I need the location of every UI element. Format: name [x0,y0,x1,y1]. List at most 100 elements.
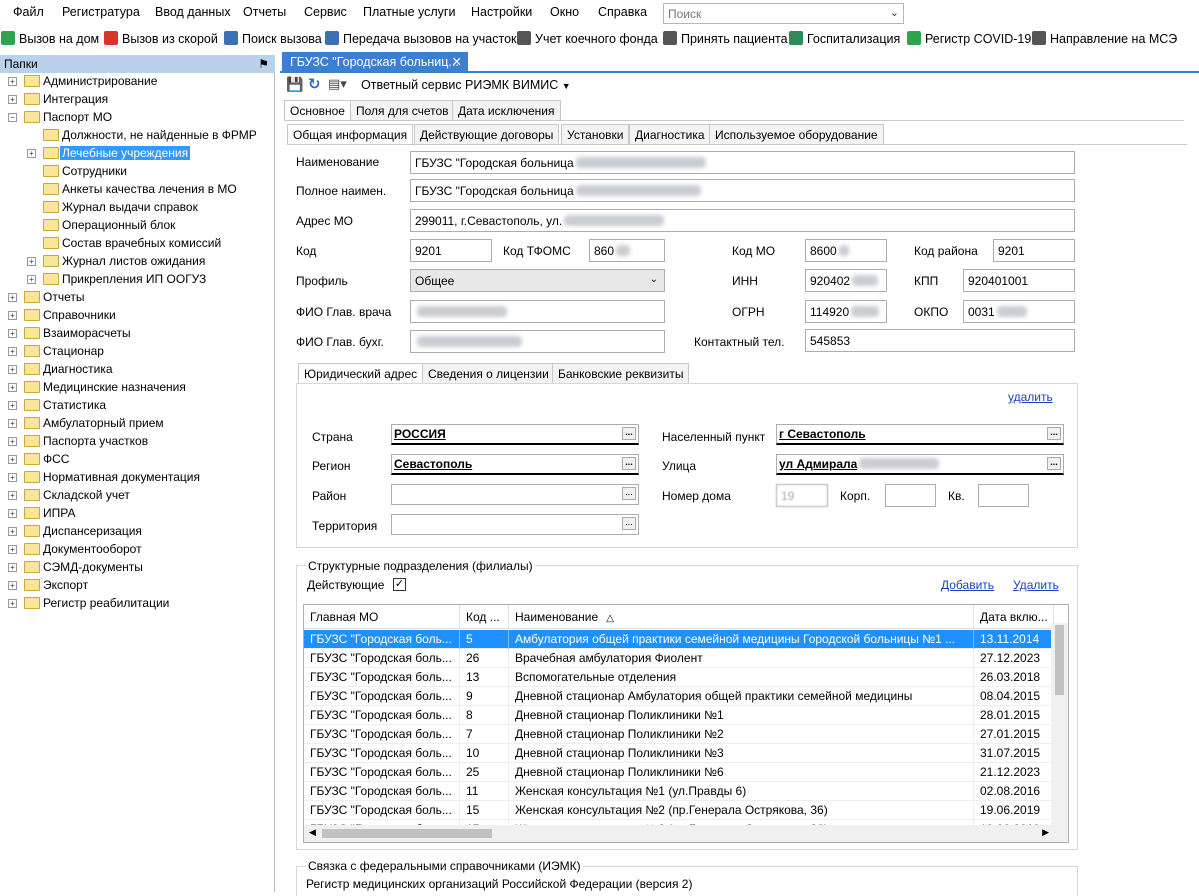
export-icon[interactable]: ▤▾ [328,76,347,92]
profile-select[interactable]: Общее ⌄ [410,269,665,292]
table-row[interactable]: ГБУЗС "Городская боль... 26 Врачебная амбу… [304,649,1054,668]
code-field[interactable]: 9201 [410,239,492,262]
kpp-field[interactable]: 920401001 [963,269,1075,292]
tree-item[interactable]: + Амбулаторный прием [0,415,270,433]
tree-item[interactable]: + Документооборот [0,541,270,559]
expand-icon[interactable]: + [8,419,17,428]
expand-icon[interactable]: + [8,599,17,608]
menu-item-1[interactable]: Регистратура [62,5,140,19]
document-tab[interactable]: ГБУЗС "Городская больниц... ✕ [282,52,468,72]
tree-item[interactable]: + Медицинские назначения [0,379,270,397]
expand-icon[interactable]: + [8,491,17,500]
expand-icon[interactable]: + [8,473,17,482]
expand-icon[interactable]: + [8,329,17,338]
tree-item[interactable]: Журнал выдачи справок [0,199,270,217]
scroll-left-icon[interactable]: ◀ [309,827,316,838]
expand-icon[interactable]: + [8,383,17,392]
tree-item[interactable]: + Паспорта участков [0,433,270,451]
column-header[interactable]: Код ... [460,605,509,629]
tree-item[interactable]: + ИПРА [0,505,270,523]
expand-icon[interactable]: + [8,347,17,356]
tree-item[interactable]: + Диагностика [0,361,270,379]
address-field[interactable]: 299011, г.Севастополь, ул. [410,209,1075,232]
house-field[interactable]: 19 [776,484,828,507]
building-field[interactable] [885,484,936,507]
mo-code-field[interactable]: 8600 [805,239,887,262]
tree-item[interactable]: + Складской учет [0,487,270,505]
scroll-thumb[interactable] [322,829,492,838]
apartment-field[interactable] [978,484,1029,507]
save-icon[interactable]: 💾 [286,76,303,93]
menu-item-2[interactable]: Ввод данных [155,5,231,19]
tree-item[interactable]: Анкеты качества лечения в МО [0,181,270,199]
table-row[interactable]: ГБУЗС "Городская боль... 7 Дневной стацион… [304,725,1054,744]
menu-item-8[interactable]: Справка [598,5,647,19]
refresh-icon[interactable]: ↻ [308,75,321,93]
tab-tabs_top-1[interactable]: Поля для счетов [350,100,455,120]
table-row[interactable]: ГБУЗС "Городская боль... 10 Дневной стацио… [304,744,1054,763]
menu-item-4[interactable]: Сервис [304,5,347,19]
service-menu-button[interactable]: Ответный сервис РИЭМК ВИМИС ▼ [361,78,571,92]
ellipsis-icon[interactable]: ... [622,427,636,440]
tab-address_tabs-1[interactable]: Сведения о лицензии [422,363,555,383]
expand-icon[interactable]: + [8,365,17,374]
ellipsis-icon[interactable]: ... [1047,457,1061,470]
add-branch-link[interactable]: Добавить [941,578,994,592]
table-row[interactable]: ГБУЗС "Городская боль... 8 Дневной стацион… [304,706,1054,725]
table-row[interactable]: ГБУЗС "Городская боль... 25 Дневной стацио… [304,763,1054,782]
region-code-field[interactable]: 9201 [993,239,1075,262]
tree-item[interactable]: − Паспорт МО [0,109,270,127]
fullname-field[interactable]: ГБУЗС "Городская больница [410,179,1075,202]
phone-field[interactable]: 545853 [805,329,1075,352]
expand-icon[interactable]: + [8,581,17,590]
tab-address_tabs-0[interactable]: Юридический адрес [298,363,424,384]
table-row[interactable]: ГБУЗС "Городская боль... 9 Дневной стацион… [304,687,1054,706]
tree-item[interactable]: + Интеграция [0,91,270,109]
expand-icon[interactable]: + [8,311,17,320]
table-row[interactable]: ГБУЗС "Городская боль... 11 Женская консул… [304,782,1054,801]
expand-icon[interactable]: + [8,563,17,572]
collapse-icon[interactable]: − [8,113,17,122]
tree-item[interactable]: + Статистика [0,397,270,415]
tree-item[interactable]: + Взаиморасчеты [0,325,270,343]
toolbar-button-5[interactable]: Принять пациента [663,31,788,46]
tree-item[interactable]: + Прикрепления ИП ООГУЗ [0,271,270,289]
tree-item[interactable]: + Регистр реабилитации [0,595,270,613]
toolbar-button-1[interactable]: Вызов из скорой [104,31,218,46]
street-field[interactable]: ул Адмирала... [776,454,1064,475]
tab-tabs_top-0[interactable]: Основное [284,100,351,121]
menu-item-6[interactable]: Настройки [471,5,532,19]
inn-field[interactable]: 920402 [805,269,887,292]
menu-item-7[interactable]: Окно [550,5,579,19]
expand-icon[interactable]: + [27,149,36,158]
tree-item[interactable]: + Отчеты [0,289,270,307]
tree-item[interactable]: + Администрирование [0,73,270,91]
tree-item[interactable]: + СЭМД-документы [0,559,270,577]
tree-item[interactable]: Сотрудники [0,163,270,181]
search-input[interactable] [664,4,879,23]
column-header[interactable]: Главная МО [304,605,460,629]
expand-icon[interactable]: + [8,527,17,536]
scroll-right-icon[interactable]: ▶ [1042,827,1049,838]
tree-item[interactable]: + Экспорт [0,577,270,595]
delete-address-link[interactable]: удалить [1008,390,1053,404]
tree-item[interactable]: + Журнал листов ожидания [0,253,270,271]
district-field[interactable]: ... [391,484,639,505]
toolbar-button-0[interactable]: Вызов на дом [1,31,99,46]
ellipsis-icon[interactable]: ... [622,457,636,470]
okpo-field[interactable]: 0031 [963,300,1075,323]
tree-item[interactable]: + Справочники [0,307,270,325]
delete-branch-link[interactable]: Удалить [1013,578,1059,592]
search-box[interactable]: ⌄ [663,3,904,24]
column-header[interactable]: Наименование △ [509,605,974,629]
expand-icon[interactable]: + [8,77,17,86]
toolbar-button-2[interactable]: Поиск вызова [224,31,322,46]
tree-item[interactable]: + Диспансеризация [0,523,270,541]
tree-item[interactable]: Должности, не найденные в ФРМР [0,127,270,145]
toolbar-button-7[interactable]: Регистр COVID-19 [907,31,1031,46]
toolbar-button-6[interactable]: Госпитализация [789,31,900,46]
tab-address_tabs-2[interactable]: Банковские реквизиты [552,363,690,383]
active-checkbox[interactable]: ✓ [393,578,406,591]
horizontal-scrollbar[interactable]: ◀ ▶ [304,825,1068,842]
menu-item-3[interactable]: Отчеты [243,5,286,19]
